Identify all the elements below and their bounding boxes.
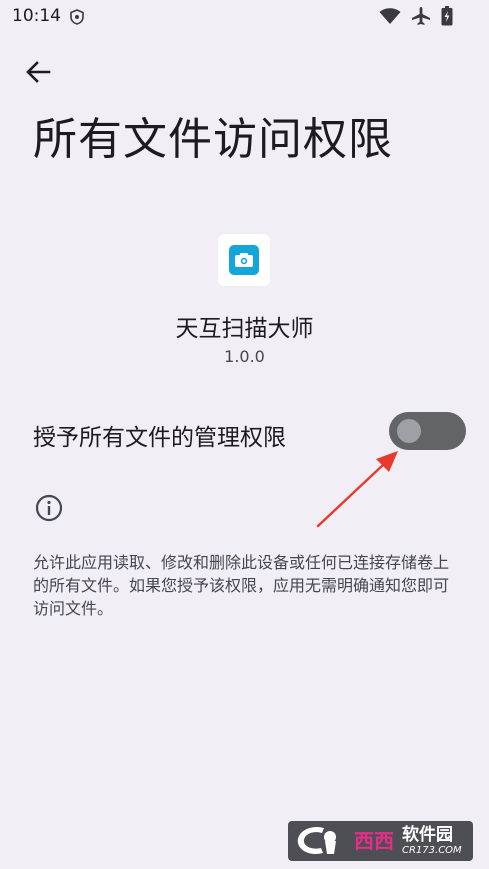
- permission-description: 允许此应用读取、修改和删除此设备或任何已连接存储卷上的所有文件。如果您授予该权限…: [33, 553, 450, 618]
- back-button[interactable]: [22, 56, 54, 88]
- arrow-left-icon: [26, 61, 51, 83]
- permission-label: 授予所有文件的管理权限: [33, 425, 286, 451]
- watermark-text: 软件园 CR173.COM: [402, 824, 462, 857]
- all-files-access-toggle[interactable]: [389, 412, 466, 450]
- status-bar: 10:14: [0, 0, 489, 34]
- page-title: 所有文件访问权限: [33, 114, 393, 165]
- watermark-title: 软件园: [402, 824, 453, 845]
- toggle-thumb: [397, 419, 421, 443]
- watermark-emblem: [294, 824, 350, 858]
- watermark-name: 西西: [354, 829, 394, 853]
- annotation-arrow-icon: [316, 451, 398, 528]
- app-name: 天互扫描大师: [175, 316, 314, 342]
- battery-icon: [441, 6, 453, 30]
- info-icon: [35, 494, 63, 526]
- watermark-url: CR173.COM: [402, 844, 462, 856]
- app-version: 1.0.0: [224, 347, 265, 366]
- app-icon: [218, 234, 270, 286]
- shield-icon: [70, 9, 84, 29]
- airplane-icon: [411, 6, 431, 30]
- wifi-icon: [379, 7, 401, 29]
- camera-icon: [229, 245, 259, 275]
- permission-toggle-row[interactable]: 授予所有文件的管理权限: [0, 404, 489, 460]
- watermark-logo: 西西 软件园 CR173.COM: [288, 821, 473, 861]
- status-time: 10:14: [12, 6, 61, 26]
- status-icons: [379, 6, 453, 30]
